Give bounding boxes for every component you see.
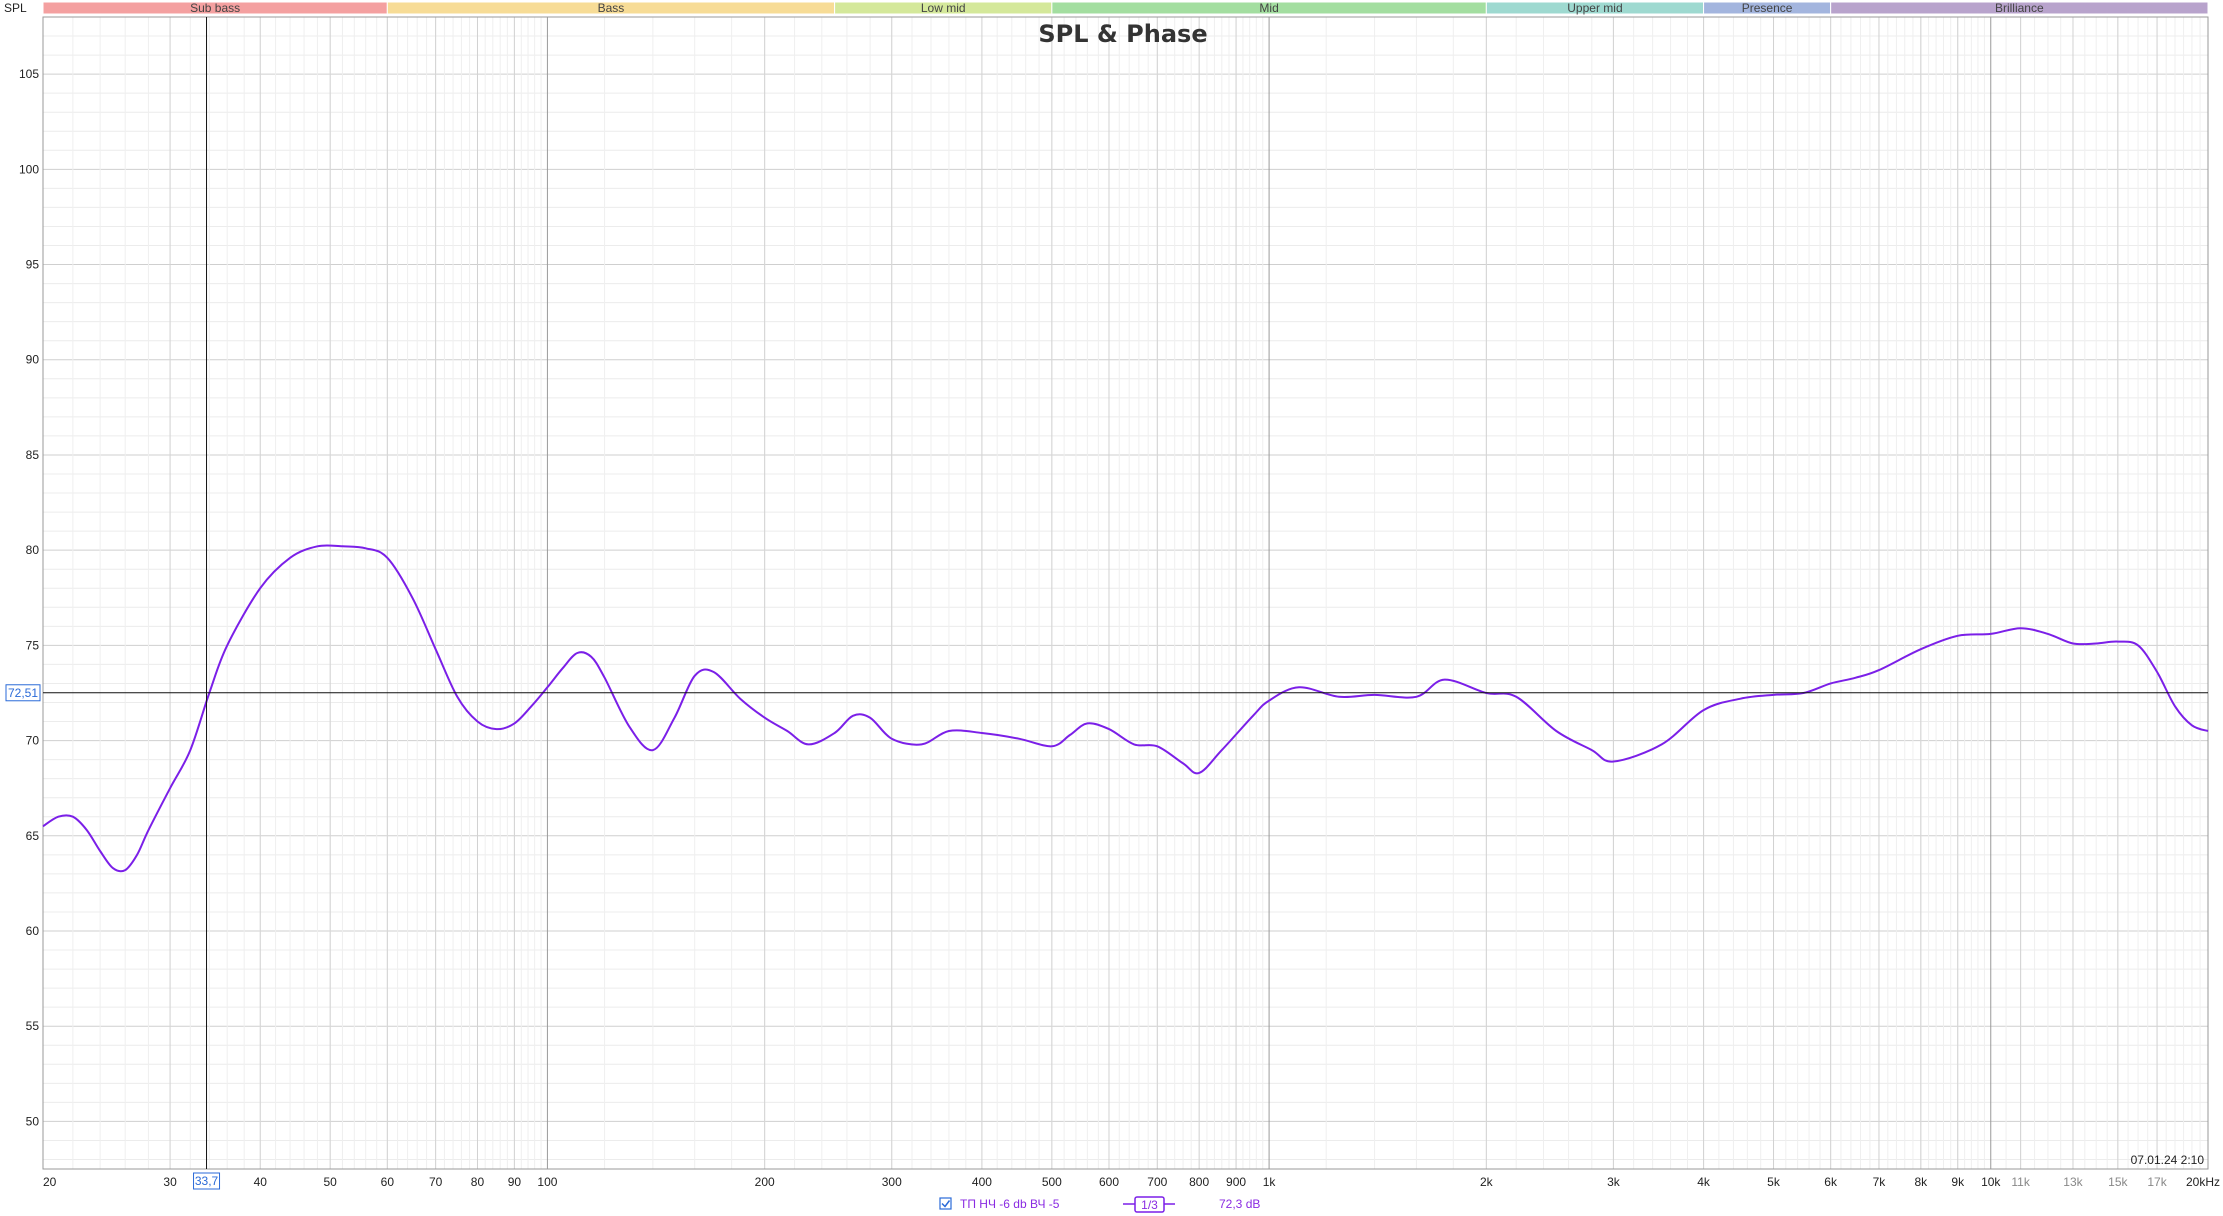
y-tick-label: 75 — [26, 638, 40, 652]
cursor-y-readout: 72,51 — [8, 686, 38, 700]
x-tick-label: 11k — [2011, 1175, 2030, 1189]
series-checkbox[interactable] — [939, 1197, 952, 1210]
x-tick-label: 200 — [755, 1175, 775, 1189]
legend-series-label[interactable]: ТП НЧ -6 db ВЧ -5 — [960, 1197, 1060, 1211]
y-tick-label: 100 — [19, 162, 39, 176]
x-tick-label: 9k — [1951, 1175, 1965, 1189]
x-tick-label: 6k — [1824, 1175, 1838, 1189]
y-tick-label: 90 — [26, 353, 40, 367]
chart-title: SPL & Phase — [1038, 20, 1207, 48]
smoothing-label: 1/3 — [1141, 1198, 1158, 1212]
x-tick-label: 15k — [2108, 1175, 2128, 1189]
x-tick-label: 300 — [882, 1175, 902, 1189]
x-tick-label: 1k — [1263, 1175, 1277, 1189]
x-tick-label: 17k — [2147, 1175, 2167, 1189]
x-tick-label: 70 — [429, 1175, 443, 1189]
frequency-bands: Sub bass Bass Low mid Mid Upper mid Presence B… — [42, 1, 2209, 15]
x-tick-label: 500 — [1042, 1175, 1062, 1189]
band-label: Brilliance — [1995, 1, 2044, 15]
x-tick-label: 2k — [1480, 1175, 1494, 1189]
y-tick-label: 60 — [26, 924, 40, 938]
x-tick-label: 900 — [1226, 1175, 1246, 1189]
y-tick-label: 50 — [26, 1114, 40, 1128]
y-tick-label: 85 — [26, 448, 40, 462]
x-tick-label: 30 — [163, 1175, 177, 1189]
x-tick-label: 7k — [1873, 1175, 1887, 1189]
x-tick-label: 5k — [1767, 1175, 1781, 1189]
x-tick-label: 80 — [471, 1175, 485, 1189]
x-tick-label: 700 — [1147, 1175, 1167, 1189]
band-label: Bass — [598, 1, 625, 15]
x-tick-label: 13k — [2063, 1175, 2083, 1189]
x-tick-label: 3k — [1607, 1175, 1621, 1189]
x-tick-label: 90 — [508, 1175, 522, 1189]
y-tick-label: 65 — [26, 829, 40, 843]
x-tick-label: 800 — [1189, 1175, 1209, 1189]
x-tick-label: 40 — [254, 1175, 268, 1189]
y-axis-label: SPL — [4, 1, 27, 15]
band-label: Sub bass — [190, 1, 240, 15]
y-tick-label: 55 — [26, 1019, 40, 1033]
x-tick-label: 400 — [972, 1175, 992, 1189]
y-tick-label: 95 — [26, 258, 40, 272]
band-label: Mid — [1259, 1, 1278, 15]
x-tick-label: 20 — [43, 1175, 57, 1189]
x-tick-label: 50 — [324, 1175, 338, 1189]
cursor-x-readout: 33,7 — [195, 1174, 219, 1188]
legend-level-label: 72,3 dB — [1219, 1197, 1260, 1211]
band-label: Low mid — [921, 1, 966, 15]
x-tick-label: 600 — [1099, 1175, 1119, 1189]
y-tick-label: 105 — [19, 67, 39, 81]
x-tick-label: 60 — [381, 1175, 395, 1189]
spl-chart: Sub bass Bass Low mid Mid Upper mid Presence B… — [0, 0, 2223, 1216]
y-tick-label: 70 — [26, 734, 40, 748]
timestamp: 07.01.24 2:10 — [2131, 1153, 2205, 1167]
x-tick-label: 20kHz — [2186, 1175, 2220, 1189]
x-tick-label: 4k — [1697, 1175, 1711, 1189]
x-tick-label: 8k — [1914, 1175, 1928, 1189]
y-tick-label: 80 — [26, 543, 40, 557]
band-label: Upper mid — [1567, 1, 1622, 15]
x-tick-label: 10k — [1981, 1175, 2001, 1189]
band-label: Presence — [1742, 1, 1793, 15]
x-tick-label: 100 — [537, 1175, 557, 1189]
